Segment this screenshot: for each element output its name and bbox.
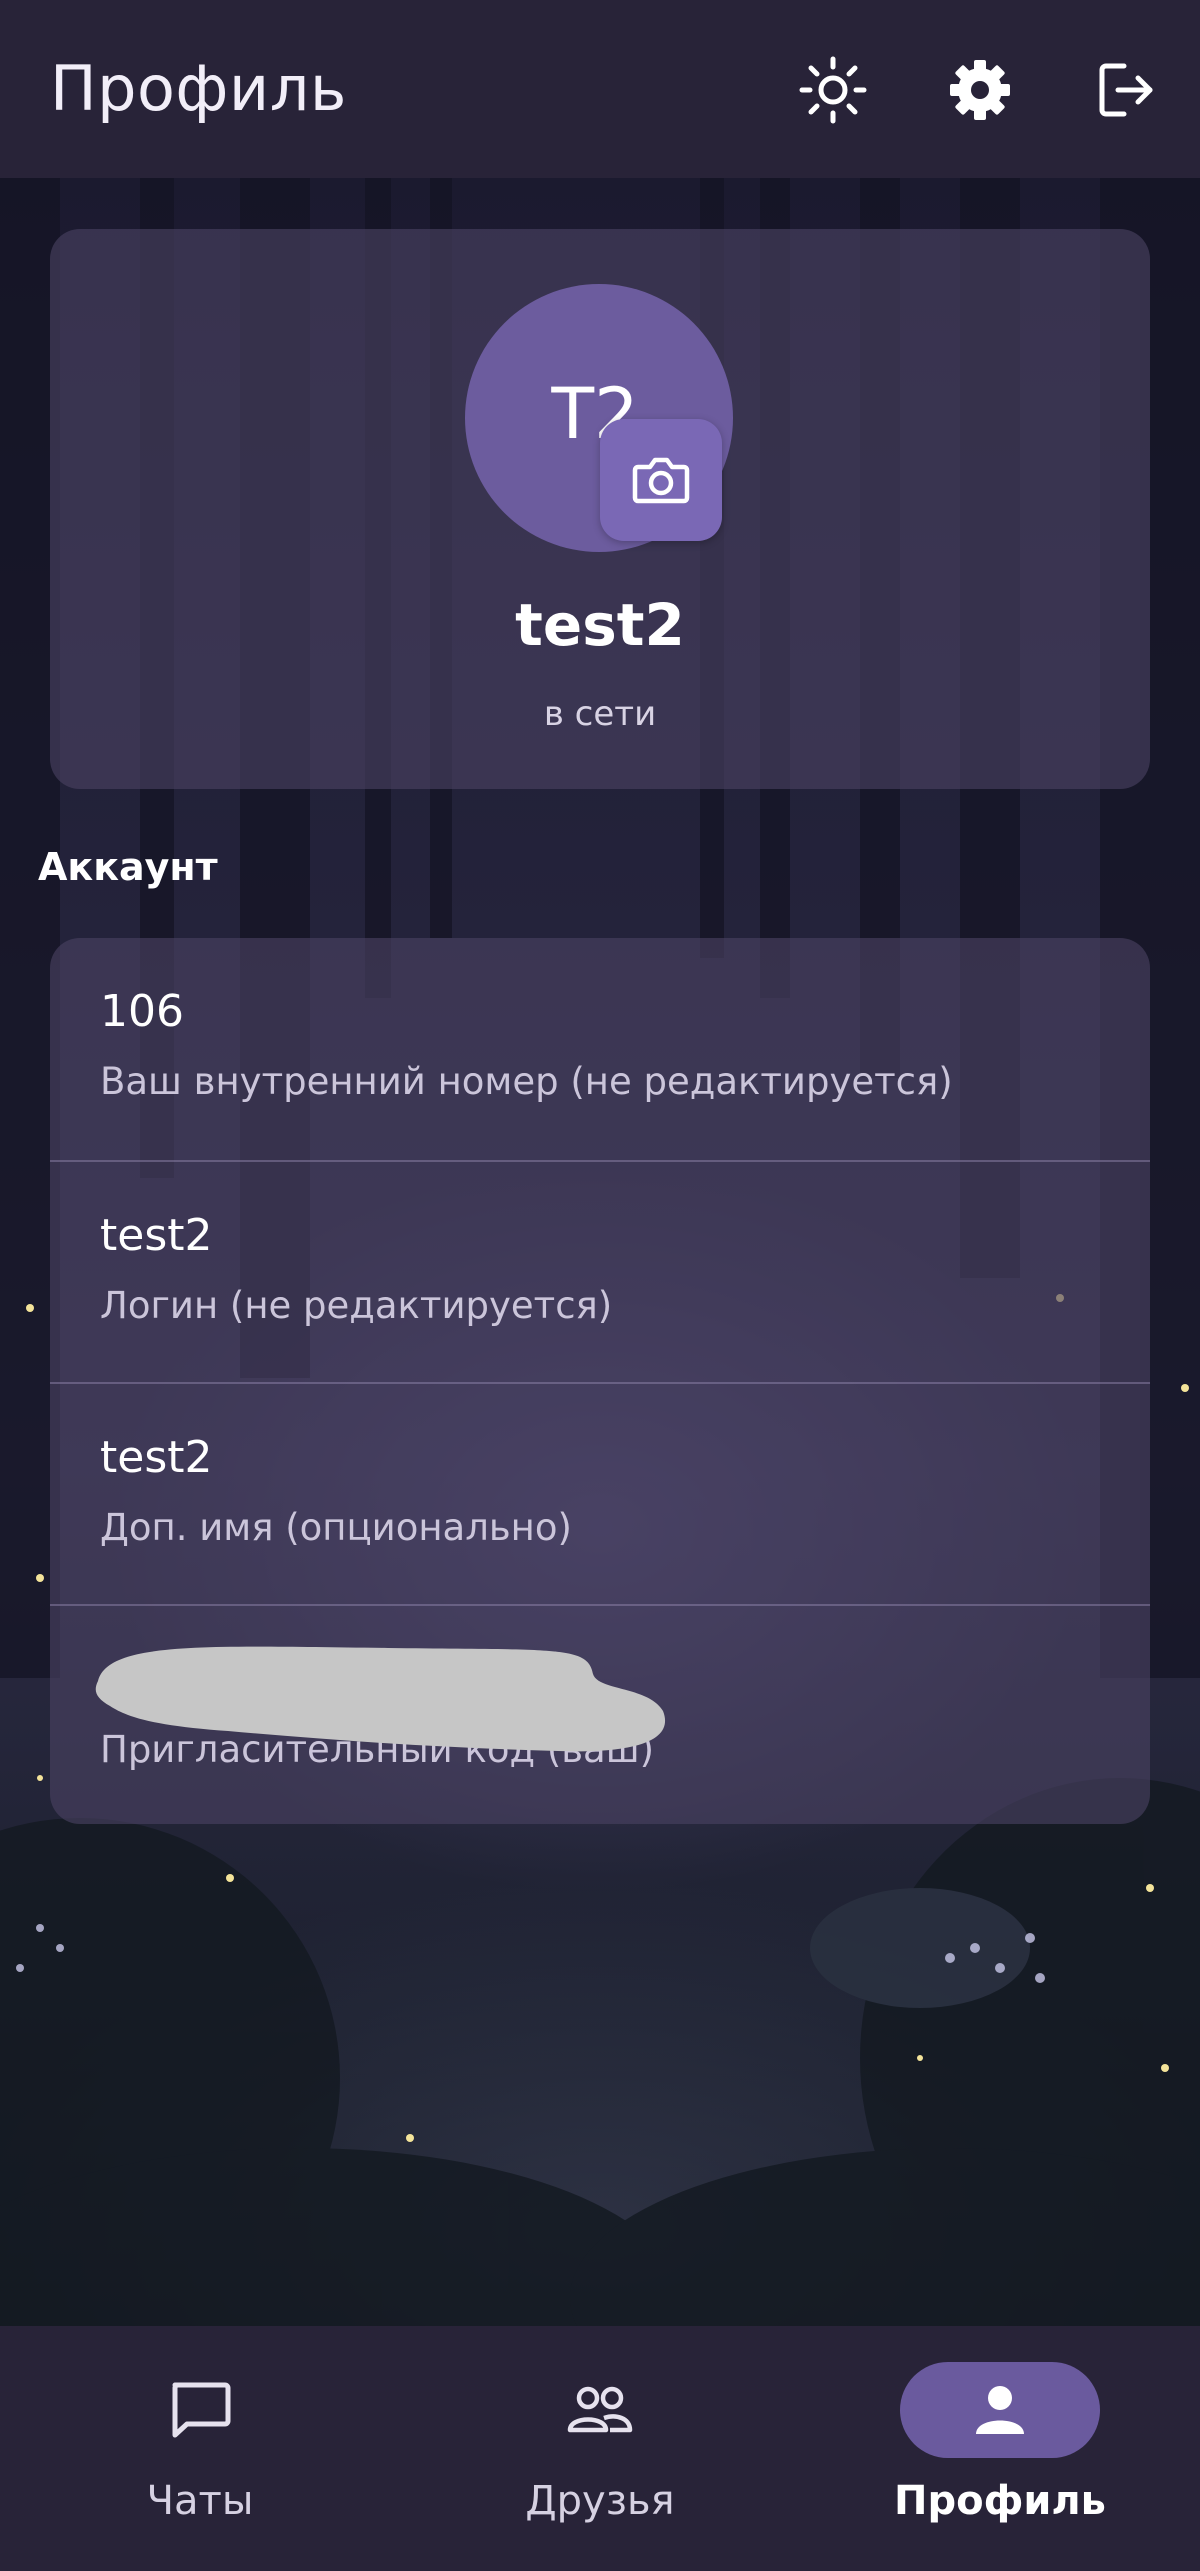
page-title: Профиль [50,52,347,125]
nav-tab-profile[interactable]: Профиль [800,2326,1200,2571]
change-photo-button[interactable] [600,419,722,541]
account-row-login[interactable]: test2 Логин (не редактируется) [50,1160,1150,1384]
nav-label: Чаты [146,2478,254,2524]
nav-tab-friends[interactable]: Друзья [400,2326,800,2571]
bottom-navigation: Чаты Друзья Профиль [0,2326,1200,2571]
profile-card: T2 test2 в сети [50,229,1150,789]
gear-icon [950,60,1010,120]
redaction-mark [95,1646,666,1752]
account-row-display-name[interactable]: test2 Доп. имя (опционально) [50,1382,1150,1606]
nav-label: Друзья [525,2478,675,2524]
account-row-internal-number[interactable]: 106 Ваш внутренний номер (не редактирует… [50,938,1150,1160]
nav-tab-chats[interactable]: Чаты [0,2326,400,2571]
theme-toggle-button[interactable] [795,52,871,128]
section-title-account: Аккаунт [38,845,218,889]
people-icon [567,2386,633,2433]
row-value: test2 [100,1210,213,1261]
person-icon [976,2386,1024,2434]
nav-icon-container [900,2362,1100,2458]
chat-bubble-icon [172,2382,231,2438]
sun-icon [799,56,867,124]
logout-button[interactable] [1088,52,1164,128]
nav-icon-container [500,2362,700,2458]
account-list: 106 Ваш внутренний номер (не редактирует… [50,938,1150,1824]
row-caption: Ваш внутренний номер (не редактируется) [100,1060,953,1103]
row-value: test2 [100,1432,213,1483]
nav-icon-container [100,2362,300,2458]
row-value: 106 [100,986,184,1037]
online-status: в сети [543,694,657,734]
logout-icon [1099,63,1153,117]
top-app-bar: Профиль [0,0,1200,178]
row-caption: Логин (не редактируется) [100,1284,613,1327]
profile-username: test2 [515,591,685,659]
settings-button[interactable] [942,52,1018,128]
account-row-invite-code[interactable]: Пригласительный код (ваш) [50,1604,1150,1824]
camera-icon [632,457,690,504]
row-caption: Доп. имя (опционально) [100,1506,572,1549]
nav-label: Профиль [894,2478,1106,2524]
